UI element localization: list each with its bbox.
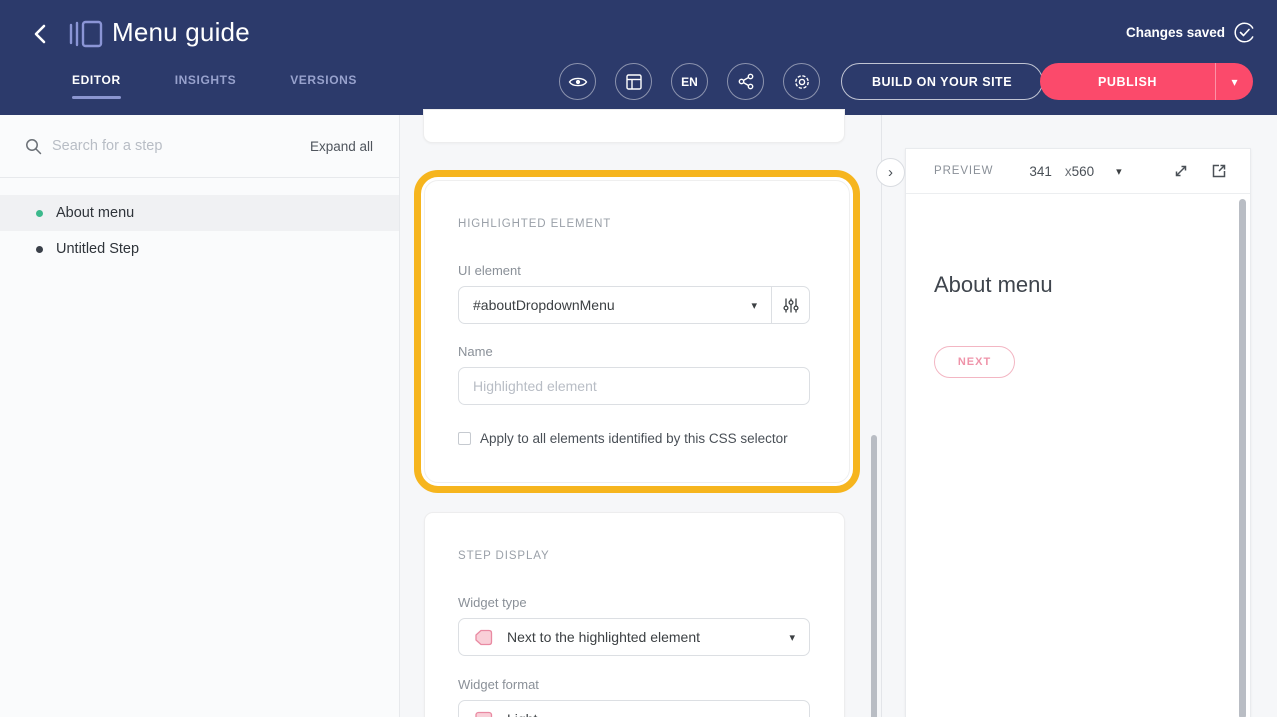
changes-saved-label: Changes saved	[1126, 25, 1225, 40]
publish-button[interactable]: PUBLISH	[1040, 63, 1216, 100]
gear-icon	[793, 73, 811, 91]
publish-button-group: PUBLISH ▾	[1040, 63, 1253, 100]
header-action-buttons: EN BUILD ON YOUR SITE	[559, 63, 1043, 100]
language-button[interactable]: EN	[671, 63, 708, 100]
guide-logo-icon	[68, 18, 104, 50]
caret-down-icon: ▾	[789, 713, 795, 717]
ui-element-value: #aboutDropdownMenu	[473, 297, 615, 313]
viewport-width-value: 341	[1029, 164, 1052, 179]
name-label: Name	[458, 344, 810, 359]
element-selector-settings-button[interactable]	[771, 287, 809, 323]
tab-insights[interactable]: INSIGHTS	[175, 73, 236, 101]
preview-header: PREVIEW 341 x 560 ▾	[906, 149, 1250, 194]
check-circle-icon	[1234, 22, 1255, 43]
apply-all-label: Apply to all elements identified by this…	[480, 431, 788, 446]
widget-type-value: Next to the highlighted element	[507, 629, 700, 645]
app-window: Menu guide Changes saved EDITOR INSIGHTS…	[0, 0, 1277, 717]
caret-down-icon: ▾	[751, 299, 757, 312]
settings-button[interactable]	[783, 63, 820, 100]
steps-sidebar: Expand all About menu Untitled Step	[0, 115, 400, 717]
editor-scrollbar[interactable]	[871, 435, 877, 717]
caret-down-icon: ▾	[789, 631, 795, 644]
step-status-dot	[36, 246, 43, 253]
caret-down-icon: ▾	[1116, 165, 1122, 178]
ui-element-label: UI element	[458, 263, 810, 278]
preview-next-button[interactable]: NEXT	[934, 346, 1015, 378]
viewport-height-value: 560	[1072, 164, 1095, 179]
viewport-size-select[interactable]: 341 x 560 ▾	[1029, 164, 1121, 179]
search-icon	[25, 138, 42, 155]
build-on-your-site-button[interactable]: BUILD ON YOUR SITE	[841, 63, 1043, 100]
widget-type-label: Widget type	[458, 595, 810, 610]
language-label: EN	[681, 75, 698, 89]
step-display-card: STEP DISPLAY Widget type Next to the hig…	[424, 512, 845, 717]
chevron-left-icon	[32, 22, 48, 46]
collapse-preview-button[interactable]: ›	[876, 158, 905, 187]
step-item-about-menu[interactable]: About menu	[0, 195, 399, 231]
section-title: STEP DISPLAY	[458, 550, 810, 562]
light-format-icon	[473, 709, 494, 717]
previous-settings-card-partial	[423, 109, 845, 143]
layout-button[interactable]	[615, 63, 652, 100]
section-title: HIGHLIGHTED ELEMENT	[458, 218, 810, 230]
open-in-new-icon	[1211, 163, 1227, 179]
apply-all-checkbox[interactable]	[458, 432, 471, 445]
chevron-down-icon: ▾	[1231, 75, 1237, 89]
share-icon	[738, 73, 754, 90]
widget-format-label: Widget format	[458, 677, 810, 692]
open-in-new-window-button[interactable]	[1210, 162, 1228, 180]
editor-main-column: HIGHLIGHTED ELEMENT UI element #aboutDro…	[400, 115, 882, 717]
changes-saved-status: Changes saved	[1126, 22, 1255, 43]
header-tabs: EDITOR INSIGHTS VERSIONS	[72, 73, 357, 101]
widget-format-select[interactable]: Light ▾	[458, 700, 810, 717]
sliders-icon	[783, 297, 799, 314]
chevron-right-icon: ›	[888, 164, 893, 181]
preview-title: PREVIEW	[934, 165, 993, 177]
tooltip-widget-icon	[473, 627, 494, 648]
eye-icon	[568, 75, 588, 89]
share-button[interactable]	[727, 63, 764, 100]
ui-element-select[interactable]: #aboutDropdownMenu ▾	[459, 287, 771, 323]
step-item-label: About menu	[56, 205, 134, 221]
top-header: Menu guide Changes saved EDITOR INSIGHTS…	[0, 0, 1277, 115]
search-step-input[interactable]	[52, 138, 310, 154]
step-status-dot	[36, 210, 43, 217]
widget-format-value: Light	[507, 711, 537, 717]
back-button[interactable]	[26, 20, 54, 48]
preview-panel: PREVIEW 341 x 560 ▾	[905, 148, 1251, 717]
ui-element-select-group: #aboutDropdownMenu ▾	[458, 286, 810, 324]
expand-preview-button[interactable]	[1172, 162, 1190, 180]
step-search-row: Expand all	[0, 115, 399, 178]
step-list: About menu Untitled Step	[0, 195, 399, 267]
preview-viewport: About menu NEXT	[906, 194, 1250, 717]
preview-step-title: About menu	[934, 272, 1053, 298]
expand-all-link[interactable]: Expand all	[310, 139, 373, 154]
apply-all-checkbox-row[interactable]: Apply to all elements identified by this…	[458, 431, 810, 446]
tab-versions[interactable]: VERSIONS	[290, 73, 357, 101]
step-item-label: Untitled Step	[56, 241, 139, 257]
tab-editor[interactable]: EDITOR	[72, 73, 121, 101]
expand-icon	[1173, 163, 1189, 179]
guide-title: Menu guide	[112, 17, 250, 48]
dimension-separator: x	[1065, 164, 1072, 179]
preview-tools	[1172, 162, 1228, 180]
publish-dropdown-button[interactable]: ▾	[1216, 63, 1253, 100]
highlighted-element-card: HIGHLIGHTED ELEMENT UI element #aboutDro…	[424, 180, 850, 483]
preview-scrollbar[interactable]	[1239, 199, 1246, 717]
step-item-untitled-step[interactable]: Untitled Step	[0, 231, 399, 267]
preview-eye-button[interactable]	[559, 63, 596, 100]
element-name-input[interactable]	[458, 367, 810, 405]
layout-icon	[626, 74, 642, 90]
highlighted-element-focus-ring: HIGHLIGHTED ELEMENT UI element #aboutDro…	[414, 170, 860, 493]
widget-type-select[interactable]: Next to the highlighted element ▾	[458, 618, 810, 656]
